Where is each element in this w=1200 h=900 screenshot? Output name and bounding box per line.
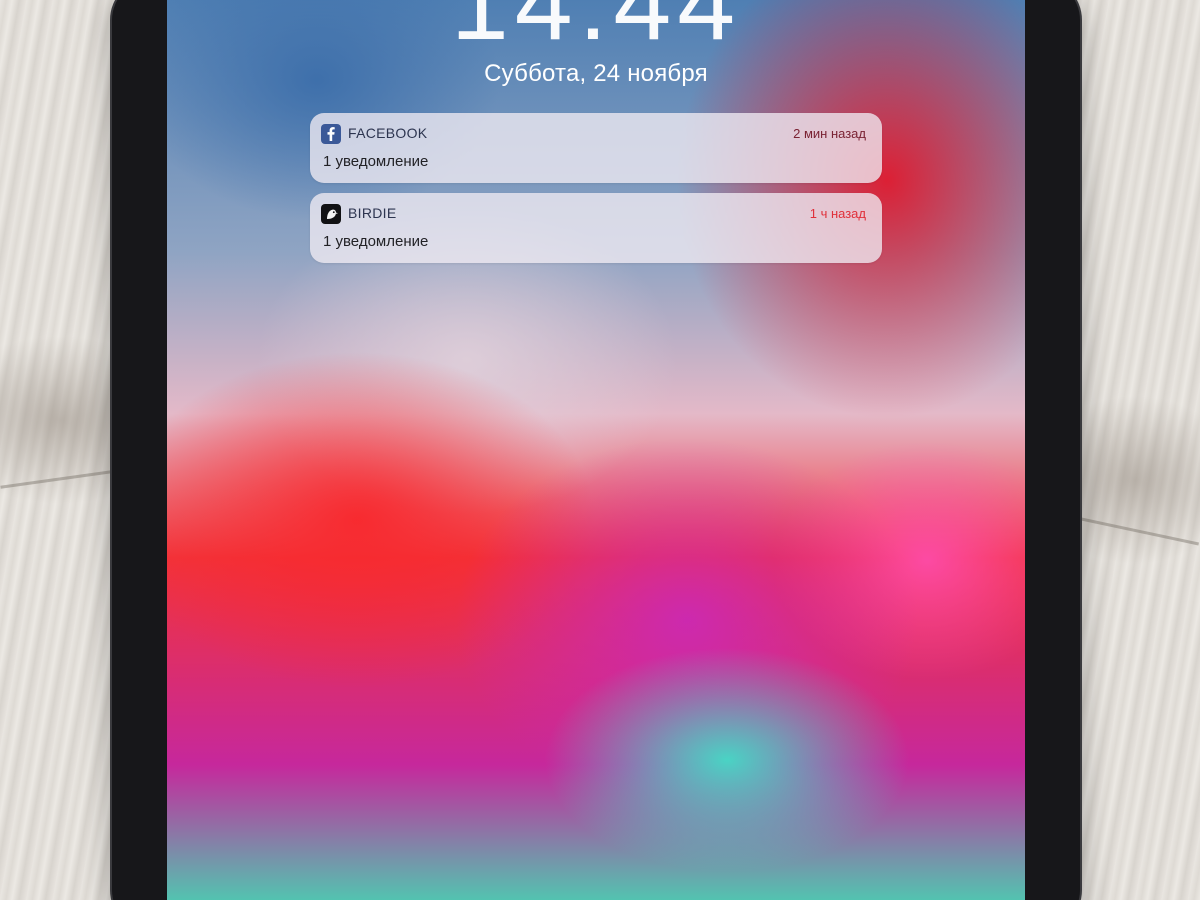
- notification-app-name: FACEBOOK: [348, 125, 428, 141]
- notification-app-name: BIRDIE: [348, 205, 397, 221]
- floor-seam: [0, 470, 112, 489]
- notification-time: 1 ч назад: [809, 206, 866, 221]
- notification-time: 2 мин назад: [793, 126, 866, 141]
- tablet-device: 14:44 Суббота, 24 ноября FACEBOOK 2 мин …: [112, 0, 1080, 900]
- facebook-icon: [321, 124, 341, 144]
- floor-seam: [1080, 517, 1200, 546]
- photo-scene: 14:44 Суббота, 24 ноября FACEBOOK 2 мин …: [0, 0, 1200, 900]
- lock-screen-clock: 14:44: [450, 0, 742, 62]
- notification-list: FACEBOOK 2 мин назад 1 уведомление BIRDI…: [310, 113, 882, 273]
- birdie-app-icon: [321, 204, 341, 224]
- notification-birdie[interactable]: BIRDIE 1 ч назад 1 уведомление: [310, 193, 882, 263]
- notification-body: 1 уведомление: [323, 153, 429, 170]
- lock-screen-date: Суббота, 24 ноября: [484, 60, 708, 87]
- lock-screen: 14:44 Суббота, 24 ноября FACEBOOK 2 мин …: [167, 0, 1025, 900]
- notification-facebook[interactable]: FACEBOOK 2 мин назад 1 уведомление: [310, 113, 882, 183]
- notification-body: 1 уведомление: [323, 233, 429, 250]
